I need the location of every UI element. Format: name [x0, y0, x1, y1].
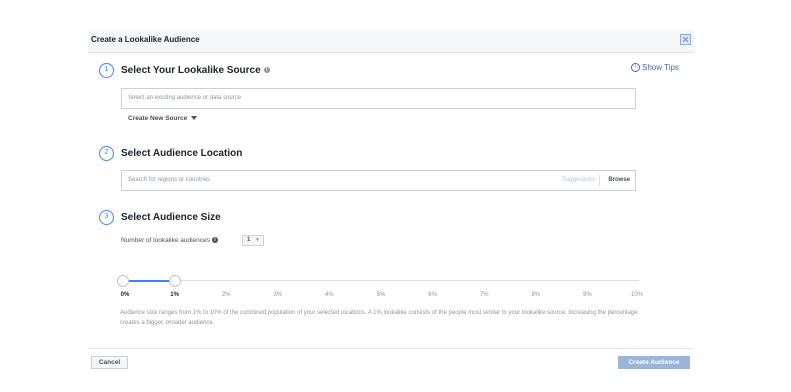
show-tips-label: Show Tips [642, 63, 679, 72]
audience-size-description: Audience size ranges from 1% to 10% of t… [120, 310, 638, 326]
step-2-badge: 2 [99, 146, 114, 161]
caret-down-icon: ▼ [255, 237, 260, 243]
divider [599, 175, 600, 186]
step-3-badge: 3 [99, 210, 114, 225]
slider-tick-label: 5% [376, 292, 386, 298]
step-1-title-text: Select Your Lookalike Source [121, 65, 261, 76]
dialog-header: Create a Lookalike Audience [88, 30, 694, 53]
browse-tab[interactable]: Browse [608, 177, 630, 183]
info-icon[interactable]: i [211, 237, 218, 244]
tips-icon: i [631, 63, 640, 73]
close-button[interactable] [680, 34, 691, 45]
number-of-audiences-label: Number of lookalike audiences i [121, 237, 218, 244]
create-audience-button[interactable]: Create Audience [618, 356, 690, 369]
create-new-source-dropdown[interactable]: Create New Source [128, 115, 198, 122]
step-1-badge: 1 [99, 63, 114, 78]
slider-tick-label: 10% [630, 292, 644, 298]
slider-tick-label: 9% [583, 292, 592, 298]
close-icon [682, 36, 689, 43]
caret-down-icon [191, 116, 198, 121]
slider-start-handle[interactable] [117, 275, 129, 287]
slider-tick-label: 3% [273, 292, 283, 298]
location-input-placeholder: Search for regions or countries [128, 177, 211, 183]
slider-tick-label: 1% [170, 292, 179, 298]
slider-fill [123, 280, 175, 282]
footer-divider [88, 348, 694, 349]
slider-tick-label: 7% [479, 292, 489, 298]
location-search-input[interactable]: Search for regions or countries Suggesti… [121, 170, 636, 191]
slider-tick-label: 4% [325, 292, 334, 298]
slider-tick-label: 6% [428, 292, 437, 298]
number-of-audiences-select[interactable]: 1 ▼ [242, 235, 264, 246]
create-lookalike-dialog: Create a Lookalike Audience i Show Tips 1… [88, 30, 694, 374]
suggestions-tab[interactable]: Suggestions [562, 177, 595, 183]
slider-track[interactable] [123, 280, 639, 281]
show-tips-link[interactable]: i Show Tips [631, 63, 679, 73]
step-3-title: Select Audience Size [121, 212, 221, 223]
source-input[interactable]: Select an existing audience or data sour… [121, 88, 636, 109]
dialog-title: Create a Lookalike Audience [91, 35, 200, 44]
step-1-title: Select Your Lookalike Source i [121, 65, 270, 76]
cancel-button[interactable]: Cancel [91, 356, 128, 369]
step-2-title: Select Audience Location [121, 148, 243, 159]
slider-tick-label: 0% [120, 292, 130, 298]
slider-tick-label: 2% [221, 292, 231, 298]
info-icon[interactable]: i [263, 67, 270, 74]
create-new-source-label: Create New Source [128, 115, 188, 122]
slider-tick-label: 8% [531, 292, 541, 298]
number-of-audiences-value: 1 [247, 237, 251, 243]
slider-end-handle[interactable] [168, 275, 181, 287]
source-input-placeholder: Select an existing audience or data sour… [128, 95, 242, 101]
number-of-audiences-text: Number of lookalike audiences [121, 237, 210, 244]
